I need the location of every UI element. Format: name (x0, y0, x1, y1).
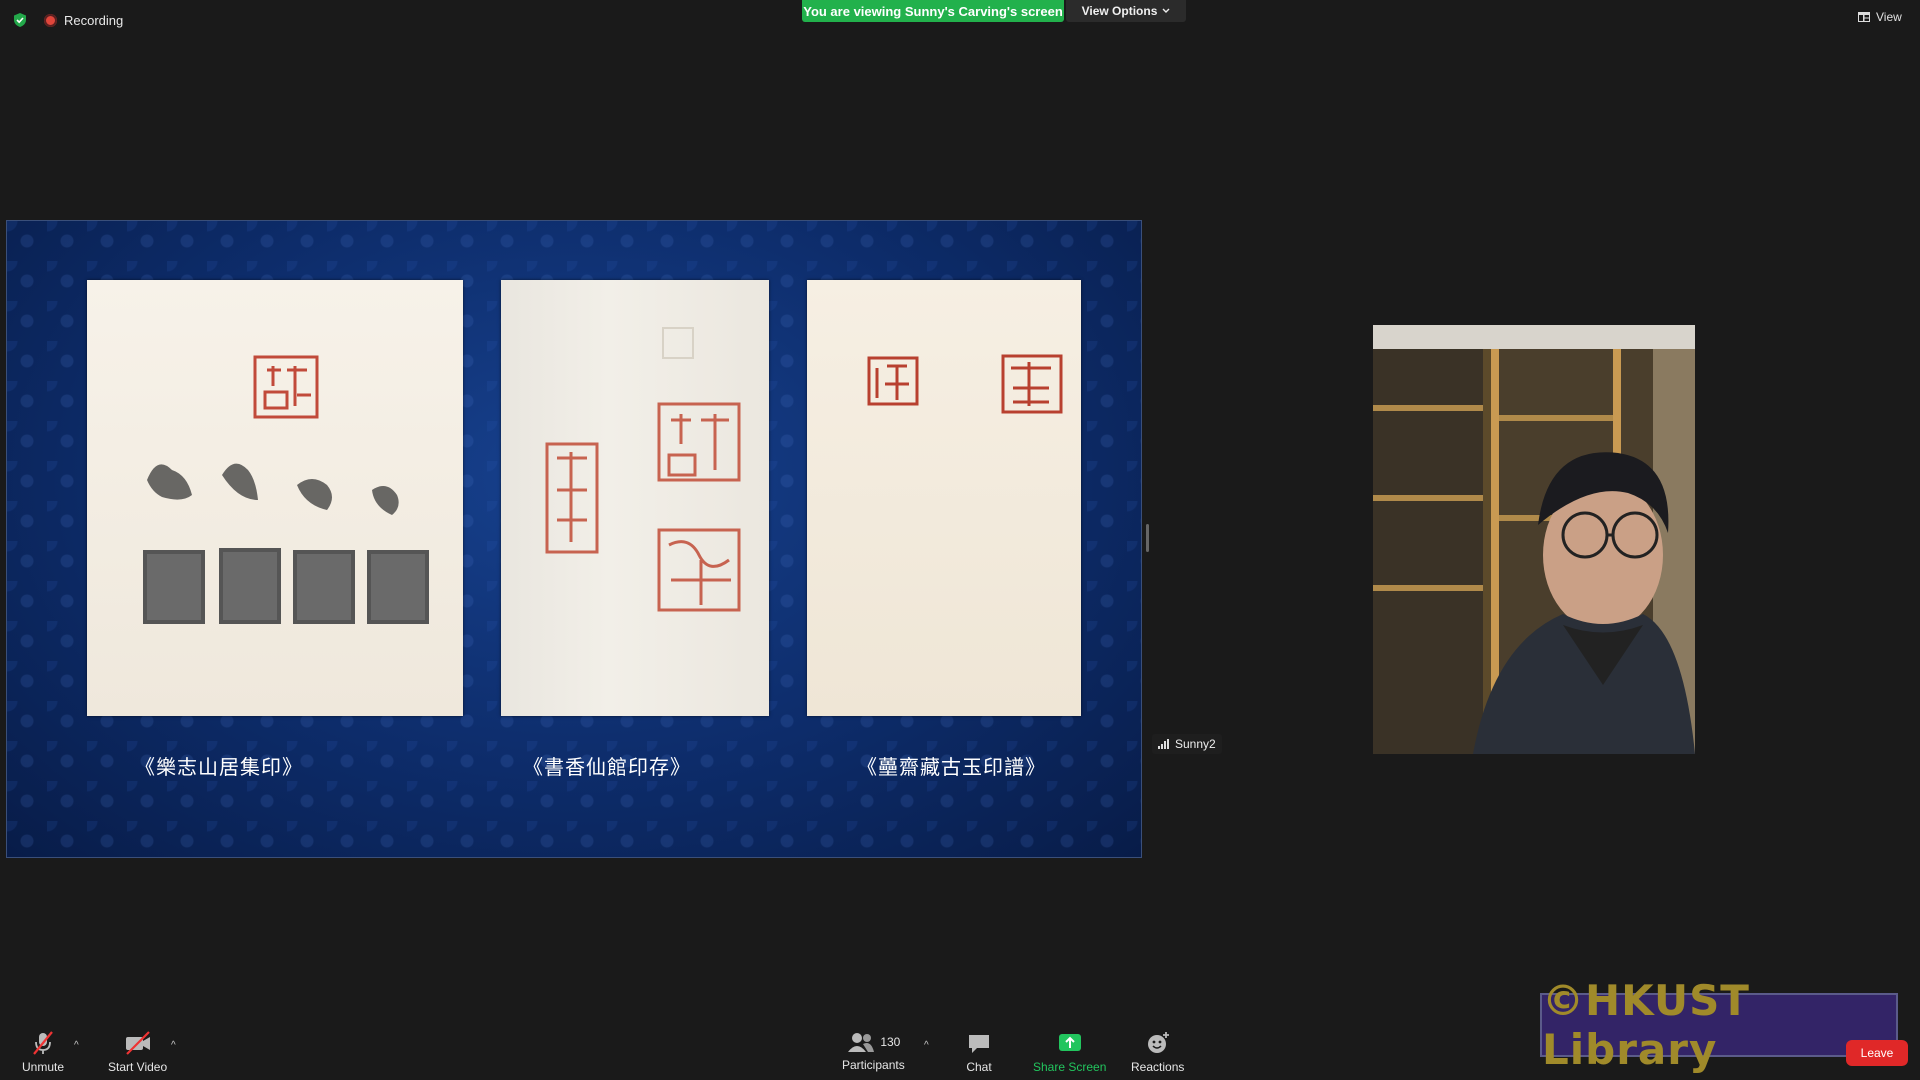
view-label: View (1876, 10, 1902, 24)
recording-label: Recording (64, 12, 124, 28)
seal-impression-red (545, 402, 741, 612)
audio-options-caret-icon[interactable]: ^ (74, 1040, 79, 1051)
chat-button[interactable]: Chat (966, 1030, 992, 1074)
participants-label: Participants (842, 1058, 905, 1072)
start-video-label: Start Video (108, 1060, 168, 1074)
share-screen-label: Share Screen (1033, 1060, 1107, 1074)
participants-button[interactable]: 130 Participants (842, 1030, 905, 1072)
hkust-library-watermark: ©HKUST Library (1540, 976, 1898, 1074)
chat-bubble-icon (969, 1035, 989, 1053)
panel-splitter-handle[interactable] (1146, 524, 1149, 552)
chat-label: Chat (966, 1060, 992, 1074)
view-options-button[interactable]: View Options (1066, 0, 1186, 22)
participants-count: 130 (880, 1035, 901, 1049)
recording-dot-icon (44, 13, 57, 27)
unmute-label: Unmute (22, 1060, 65, 1074)
watermark-text: ©HKUST Library (1542, 976, 1750, 1074)
reactions-label: Reactions (1131, 1060, 1185, 1074)
participant-video-tile[interactable] (1373, 325, 1695, 754)
participants-options-caret-icon[interactable]: ^ (924, 1040, 929, 1051)
shared-screen: 《樂志山居集印》 《書香仙館印存》 《蘲齋藏古玉印譜》 (6, 220, 1142, 858)
leave-button[interactable]: Leave (1846, 1040, 1908, 1066)
slide-caption: 《樂志山居集印》 (135, 755, 303, 779)
participant-name-label: Sunny2 (1175, 737, 1216, 751)
reactions-smiley-icon (1147, 1032, 1169, 1053)
seal-impression-red (253, 355, 319, 419)
seal-carving-photos (143, 463, 429, 624)
participants-icon (848, 1033, 875, 1052)
view-options-label: View Options (1081, 4, 1158, 18)
viewing-screen-banner: You are viewing Sunny's Carving's screen (802, 0, 1064, 22)
grid-view-icon (1858, 12, 1870, 22)
reactions-button[interactable]: Reactions (1131, 1030, 1184, 1074)
seal-impression-red (867, 354, 1063, 414)
video-options-caret-icon[interactable]: ^ (171, 1040, 176, 1051)
seal-album-page-1 (87, 280, 463, 716)
seal-album-page-3 (807, 280, 1081, 716)
security-shield-icon[interactable] (12, 12, 28, 28)
muted-microphone-icon (33, 1031, 53, 1055)
unmute-button[interactable]: Unmute (22, 1030, 64, 1074)
chevron-down-icon (1162, 8, 1170, 13)
video-off-icon (125, 1031, 150, 1055)
view-button[interactable]: View (1858, 10, 1902, 24)
recording-indicator[interactable]: Recording (44, 12, 123, 28)
share-screen-icon (1058, 1034, 1081, 1051)
slide-caption: 《書香仙館印存》 (523, 755, 691, 779)
seal-album-page-2 (501, 280, 769, 716)
participant-name-chip: Sunny2 (1152, 734, 1222, 754)
share-screen-button[interactable]: Share Screen (1033, 1030, 1106, 1074)
slide-caption: 《蘲齋藏古玉印譜》 (857, 755, 1046, 779)
signal-strength-icon (1158, 739, 1169, 749)
start-video-button[interactable]: Start Video (108, 1030, 167, 1074)
